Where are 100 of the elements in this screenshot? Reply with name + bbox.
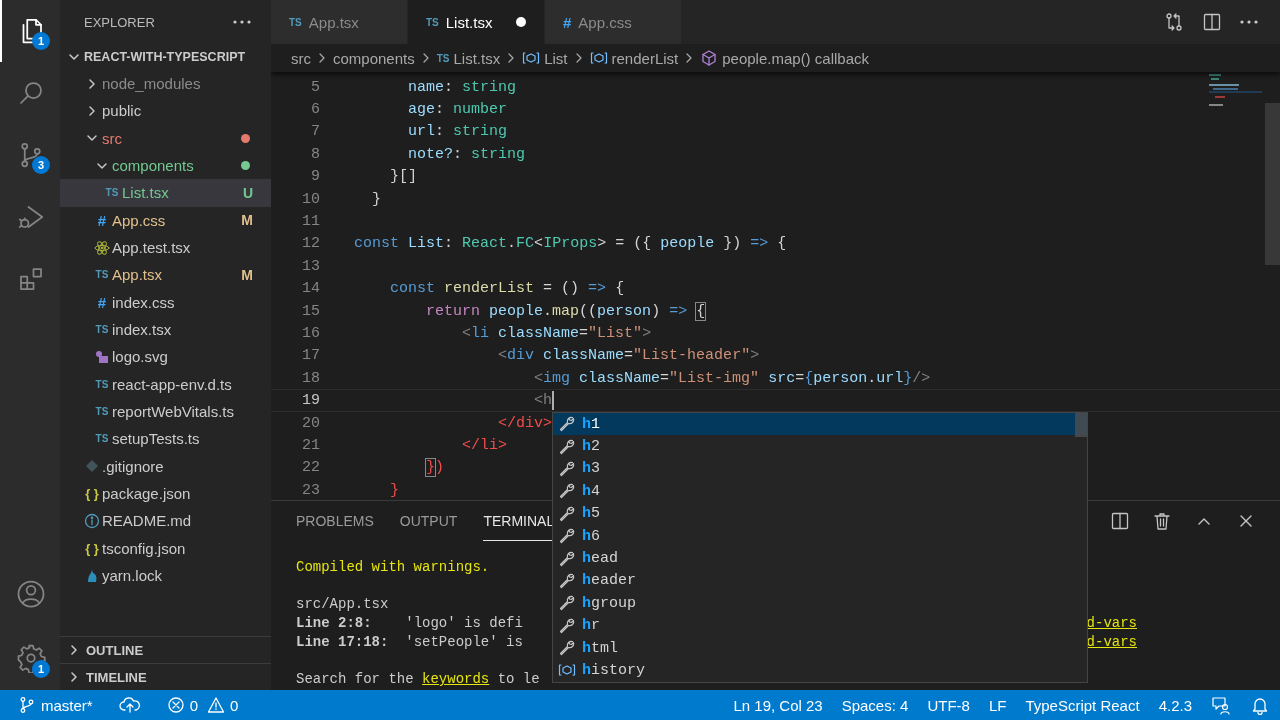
source-control-button[interactable]: 3 [0, 124, 60, 186]
hash-icon: # [97, 211, 107, 229]
cloud-upload-icon[interactable] [118, 696, 141, 714]
breadcrumb-item[interactable]: List.tsx [453, 49, 501, 67]
code-line: <div className="List-header"> [497, 347, 760, 365]
breadcrumb-item[interactable]: src [291, 49, 311, 67]
breadcrumb-item[interactable]: people.map() callback [722, 49, 869, 67]
file-item[interactable]: TS List.tsx U [60, 179, 271, 207]
error-icon [166, 696, 185, 714]
image-file-icon [94, 348, 110, 365]
hash-icon: # [563, 13, 572, 31]
feedback-icon[interactable] [1211, 695, 1231, 715]
scrollbar-thumb[interactable] [1075, 413, 1087, 437]
keywords-link[interactable]: keywords [422, 671, 490, 688]
panel-tab[interactable]: OUTPUT [399, 501, 458, 541]
bell-icon[interactable] [1250, 695, 1270, 715]
terminal-text: Compiled with warnings. [296, 558, 490, 577]
file-item[interactable]: App.test.tsx [60, 233, 271, 262]
hash-icon: # [97, 293, 107, 311]
file-item[interactable]: { } package.json [60, 479, 271, 508]
suggestion-item[interactable]: header [553, 569, 1087, 593]
section-title: TIMELINE [86, 669, 147, 685]
folder-header[interactable]: REACT-WITH-TYPESCRIPT [60, 44, 271, 70]
rule-link[interactable]: d-vars [1086, 614, 1137, 633]
suggestion-item[interactable]: history [553, 659, 1087, 682]
wrench-icon [558, 415, 576, 434]
text-cursor [552, 391, 555, 411]
line-number: 10 [301, 190, 320, 208]
status-item[interactable]: Spaces: 4 [841, 696, 909, 714]
panel-tab[interactable]: PROBLEMS [296, 501, 374, 541]
editor-tab[interactable]: TS App.tsx [271, 0, 408, 44]
file-name: src [102, 129, 123, 147]
status-item[interactable]: UTF-8 [927, 696, 970, 714]
line-number: 6 [310, 101, 320, 119]
file-item[interactable]: # index.css [60, 288, 271, 316]
wrench-icon [558, 639, 576, 658]
file-name: tsconfig.json [102, 539, 187, 557]
suggestion-label: h3 [582, 460, 601, 478]
folder-item[interactable]: src [60, 124, 271, 152]
status-item[interactable]: Ln 19, Col 23 [733, 696, 823, 714]
split-editor-icon[interactable] [1202, 12, 1222, 32]
line-number: 16 [301, 325, 320, 342]
branch-button[interactable]: master* [18, 696, 93, 714]
folder-item[interactable]: components [60, 152, 271, 180]
suggestion-item[interactable]: h3 [553, 457, 1087, 481]
file-name: setupTests.ts [112, 430, 201, 448]
breadcrumb-item[interactable]: renderList [611, 49, 679, 67]
file-item[interactable]: README.md [60, 507, 271, 535]
problems-button[interactable]: 0 0 [166, 696, 239, 714]
file-item[interactable]: .gitignore [60, 452, 271, 480]
suggestion-item[interactable]: html [553, 636, 1087, 660]
suggestion-item[interactable]: h6 [553, 524, 1087, 548]
file-item[interactable]: { } tsconfig.json [60, 534, 271, 562]
suggestion-item[interactable]: hr [553, 614, 1087, 637]
settings-button[interactable]: 1 [0, 626, 60, 690]
typescript-file-icon: TS [95, 378, 109, 390]
suggestion-label: h5 [582, 505, 601, 523]
file-item[interactable]: # App.css M [60, 206, 271, 234]
more-icon[interactable] [1240, 20, 1258, 24]
suggestion-item[interactable]: h5 [553, 502, 1087, 525]
code-line: return people.map((person) => { [425, 302, 706, 320]
code-line: } [389, 481, 400, 499]
file-item[interactable]: logo.svg [60, 343, 271, 371]
breadcrumb-item[interactable]: components [333, 49, 415, 67]
variable-icon [522, 50, 541, 66]
folder-item[interactable]: public [60, 97, 271, 125]
file-item[interactable]: yarn.lock [60, 561, 271, 590]
suggestion-item[interactable]: head [553, 547, 1087, 570]
file-item[interactable]: TS setupTests.ts [60, 425, 271, 453]
typescript-file-icon: TS [105, 187, 119, 199]
code-line: age: number [407, 101, 508, 119]
breadcrumb-item[interactable]: List [544, 49, 568, 67]
suggestion-item[interactable]: hgroup [553, 592, 1087, 615]
file-item[interactable]: TS react-app-env.d.ts [60, 370, 271, 398]
line-number: 18 [301, 369, 320, 387]
file-item[interactable]: TS reportWebVitals.ts [60, 397, 271, 426]
compare-changes-icon[interactable] [1164, 12, 1184, 32]
cube-icon [700, 49, 719, 67]
editor-tab[interactable]: # App.css [545, 0, 682, 44]
file-item[interactable]: TS App.tsx M [60, 261, 271, 289]
status-item[interactable]: LF [988, 696, 1007, 714]
suggestion-item[interactable]: h2 [553, 435, 1087, 458]
status-item[interactable]: 4.2.3 [1158, 696, 1192, 714]
folder-item[interactable]: node_modules [60, 70, 271, 98]
variable-icon [558, 662, 576, 679]
more-icon[interactable] [233, 20, 251, 24]
trash-icon[interactable] [1152, 511, 1172, 531]
editor-tab[interactable]: TS List.tsx [408, 0, 545, 44]
file-name: List.tsx [122, 184, 170, 202]
suggestion-label: hgroup [582, 594, 637, 612]
rule-link[interactable]: d-vars [1086, 632, 1137, 652]
scrollbar-thumb[interactable] [1265, 103, 1280, 265]
typescript-file-icon: TS [95, 406, 109, 418]
file-name: App.css [112, 211, 167, 229]
status-item[interactable]: TypeScript React [1025, 696, 1140, 714]
split-icon[interactable] [1110, 511, 1130, 531]
suggestion-label: h1 [582, 415, 601, 433]
file-name: public [102, 102, 143, 120]
file-item[interactable]: TS index.tsx [60, 315, 271, 344]
suggestion-item[interactable]: h4 [553, 480, 1087, 503]
